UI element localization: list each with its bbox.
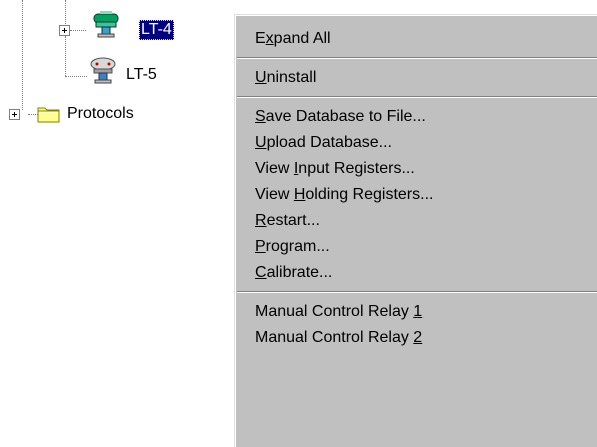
access-key: I <box>293 160 299 177</box>
access-key: 2 <box>413 329 423 346</box>
menu-item-restart[interactable]: Restart... <box>235 208 597 234</box>
menu-item-save-database-to-file[interactable]: Save Database to File... <box>235 104 597 130</box>
menu-item-program[interactable]: Program... <box>235 234 597 260</box>
menu-item-upload-database[interactable]: Upload Database... <box>235 130 597 156</box>
menu-item-view-input-registers[interactable]: View Input Registers... <box>235 156 597 182</box>
menu-item-view-holding-registers[interactable]: View Holding Registers... <box>235 182 597 208</box>
expand-toggle-protocols[interactable] <box>9 109 20 120</box>
menu-item-manual-control-relay-2[interactable]: Manual Control Relay 2 <box>235 325 597 351</box>
menu-item-uninstall[interactable]: Uninstall <box>235 65 597 91</box>
folder-icon <box>37 107 60 123</box>
tree-node-label[interactable]: LT-4 <box>139 20 174 40</box>
menu-item-manual-control-relay-1[interactable]: Manual Control Relay 1 <box>235 299 597 325</box>
device-tree: LT-4 LT-5 Protocols <box>0 0 210 447</box>
access-key: C <box>255 264 267 281</box>
tree-connector <box>65 76 87 77</box>
access-key: 1 <box>413 303 423 320</box>
transmitter-gray-icon <box>90 57 116 84</box>
access-key: U <box>255 134 267 151</box>
access-key: U <box>255 69 267 86</box>
access-key: S <box>255 108 266 125</box>
tree-connector <box>70 30 86 31</box>
menu-separator <box>237 57 597 59</box>
access-key: P <box>255 238 266 255</box>
menu-separator <box>237 96 597 98</box>
access-key: H <box>293 186 306 203</box>
tree-connector <box>22 0 23 110</box>
menu-separator <box>237 291 597 293</box>
menu-item-calibrate[interactable]: Calibrate... <box>235 260 597 286</box>
access-key: x <box>265 30 274 47</box>
menu-item-expand-all[interactable]: Expand All <box>235 26 597 52</box>
context-menu: Expand All Uninstall Save Database to File… <box>234 14 597 447</box>
access-key: R <box>255 212 267 229</box>
tree-node-label[interactable]: Protocols <box>65 104 136 124</box>
tree-connector <box>65 36 66 76</box>
transmitter-green-icon <box>93 11 119 38</box>
tree-node-label[interactable]: LT-5 <box>124 65 159 85</box>
expand-toggle-lt-4[interactable] <box>59 25 70 36</box>
